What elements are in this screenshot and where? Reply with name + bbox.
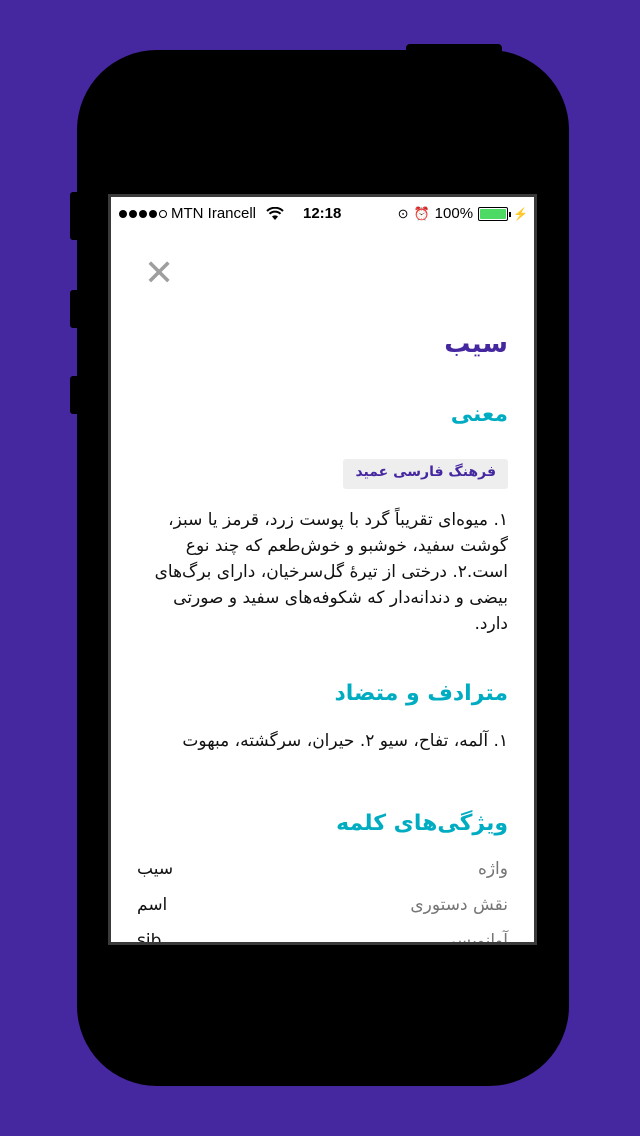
wifi-icon xyxy=(266,206,284,220)
battery-percent: 100% xyxy=(434,205,474,222)
property-value: sib xyxy=(137,931,162,945)
charging-icon: ⚡ xyxy=(513,206,528,221)
clock: 12:18 xyxy=(303,205,342,222)
carrier-name: MTN Irancell xyxy=(171,205,257,222)
signal-icon xyxy=(119,209,167,218)
volume-down-button xyxy=(70,376,80,414)
alarm-icon: ⏰ xyxy=(413,205,430,221)
properties-heading: ویژگی‌های کلمه xyxy=(336,811,508,836)
property-label: آوانویسی xyxy=(442,931,508,945)
property-row: نقش دستوری اسم xyxy=(137,895,508,923)
property-row: آوانویسی sib xyxy=(137,931,508,945)
property-label: واژه xyxy=(477,859,508,879)
property-label: نقش دستوری xyxy=(410,895,508,915)
meaning-text: ۱. میوه‌ای تقریباً گرد با پوست زرد، قرمز… xyxy=(154,510,508,634)
app-screen: MTN Irancell 12:18 ⊙ ⏰ 100% ⚡ ✕ سیب معنی… xyxy=(108,194,537,945)
word-title: سیب xyxy=(444,329,508,359)
mute-switch xyxy=(70,192,80,240)
volume-up-button xyxy=(70,290,80,328)
dictionary-source-badge[interactable]: فرهنگ فارسی عمید xyxy=(343,459,508,489)
close-icon[interactable]: ✕ xyxy=(144,256,174,292)
battery-icon xyxy=(478,206,512,221)
power-button xyxy=(406,44,502,56)
rotation-lock-icon: ⊙ xyxy=(397,205,409,221)
property-value: سیب xyxy=(137,859,174,879)
property-row: واژه سیب xyxy=(137,859,508,887)
synonyms-text: ۱. آلمه، تفاح، سیو ۲. حیران، سرگشته، مبه… xyxy=(182,731,508,751)
property-value: اسم xyxy=(137,895,168,915)
meaning-heading: معنی xyxy=(450,402,508,427)
synonyms-heading: مترادف و متضاد xyxy=(334,681,509,706)
status-bar: MTN Irancell 12:18 ⊙ ⏰ 100% ⚡ xyxy=(111,197,534,231)
